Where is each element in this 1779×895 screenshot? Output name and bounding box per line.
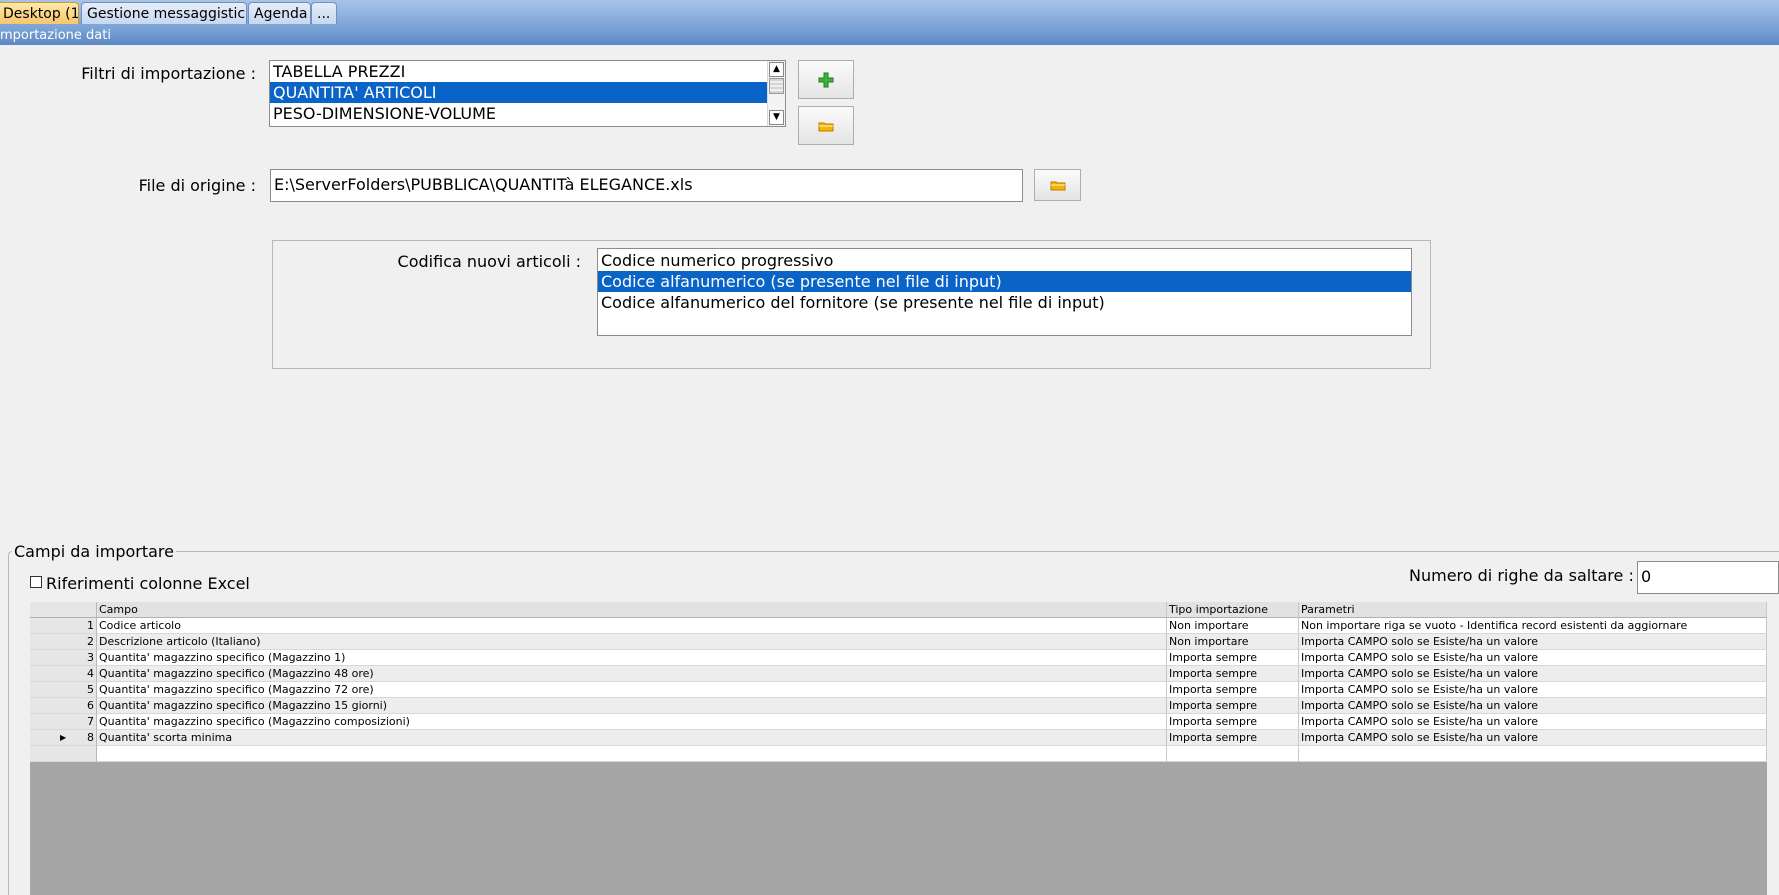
- codifica-item[interactable]: Codice numerico progressivo: [598, 250, 1411, 271]
- cell-campo[interactable]: Quantita' magazzino specifico (Magazzino…: [97, 698, 1167, 714]
- row-header[interactable]: 5: [30, 682, 97, 698]
- riferimenti-checkbox[interactable]: [30, 576, 42, 588]
- table-row[interactable]: 7 Quantita' magazzino specifico (Magazzin…: [30, 714, 1767, 730]
- filtri-listbox[interactable]: TABELLA PREZZI QUANTITA' ARTICOLI PESO-D…: [269, 60, 786, 127]
- tab-agenda[interactable]: Agenda: [248, 2, 311, 24]
- table-row[interactable]: 1 Codice articolo Non importare Non importa…: [30, 618, 1767, 634]
- tab-label: ...: [317, 6, 331, 22]
- row-number: 4: [87, 667, 94, 680]
- filtri-item[interactable]: PESO-DIMENSIONE-VOLUME: [270, 103, 767, 124]
- column-header-tipo[interactable]: Tipo importazione: [1167, 602, 1299, 618]
- file-origine-label: File di origine :: [138, 176, 256, 195]
- grid-header: Campo Tipo importazione Parametri: [30, 602, 1767, 618]
- riferimenti-label: Riferimenti colonne Excel: [46, 574, 250, 593]
- folder-icon: [818, 122, 834, 131]
- cell-parametri[interactable]: Non importare riga se vuoto - Identifica…: [1299, 618, 1767, 634]
- cell-tipo[interactable]: Non importare: [1167, 634, 1299, 650]
- cell-tipo[interactable]: [1167, 746, 1299, 762]
- row-header[interactable]: 1: [30, 618, 97, 634]
- table-row[interactable]: 5 Quantita' magazzino specifico (Magazzin…: [30, 682, 1767, 698]
- row-header[interactable]: 3: [30, 650, 97, 666]
- cell-parametri[interactable]: Importa CAMPO solo se Esiste/ha un valor…: [1299, 666, 1767, 682]
- column-header-parametri[interactable]: Parametri: [1299, 602, 1767, 618]
- cell-parametri[interactable]: Importa CAMPO solo se Esiste/ha un valor…: [1299, 682, 1767, 698]
- row-number: 3: [87, 651, 94, 664]
- row-number: 8: [87, 731, 94, 744]
- cell-campo[interactable]: Codice articolo: [97, 618, 1167, 634]
- row-number: 1: [87, 619, 94, 632]
- filtri-scrollbar[interactable]: ▲ ▼: [767, 61, 785, 126]
- row-number: 6: [87, 699, 94, 712]
- row-header[interactable]: 7: [30, 714, 97, 730]
- table-row[interactable]: 4 Quantita' magazzino specifico (Magazzin…: [30, 666, 1767, 682]
- cell-campo[interactable]: Quantita' magazzino specifico (Magazzino…: [97, 650, 1167, 666]
- tab-label: Agenda: [254, 6, 308, 22]
- folder-icon: [1050, 181, 1065, 191]
- table-row[interactable]: 3 Quantita' magazzino specifico (Magazzin…: [30, 650, 1767, 666]
- cell-parametri[interactable]: [1299, 746, 1767, 762]
- tab-label: Gestione messaggistica: [87, 6, 247, 22]
- cell-tipo[interactable]: Importa sempre: [1167, 666, 1299, 682]
- codifica-item[interactable]: Codice alfanumerico del fornitore (se pr…: [598, 292, 1411, 313]
- row-number: 2: [87, 635, 94, 648]
- codifica-label: Codifica nuovi articoli :: [397, 252, 581, 271]
- tab-gestione-messaggistica[interactable]: Gestione messaggistica: [81, 2, 247, 24]
- cell-parametri[interactable]: Importa CAMPO solo se Esiste/ha un valor…: [1299, 650, 1767, 666]
- file-origine-input[interactable]: E:\ServerFolders\PUBBLICA\QUANTITà ELEGA…: [270, 169, 1023, 202]
- browse-file-button[interactable]: [1034, 169, 1081, 201]
- current-row-arrow-icon: ▶: [60, 733, 67, 742]
- open-filter-button[interactable]: [798, 106, 854, 145]
- cell-tipo[interactable]: Importa sempre: [1167, 650, 1299, 666]
- window-title: mportazione dati: [0, 26, 1779, 45]
- row-header[interactable]: ▶ 8: [30, 730, 97, 746]
- table-row[interactable]: 6 Quantita' magazzino specifico (Magazzin…: [30, 698, 1767, 714]
- filtri-item[interactable]: TABELLA PREZZI: [270, 61, 767, 82]
- scroll-up-icon[interactable]: ▲: [769, 62, 784, 77]
- table-row[interactable]: ▶ 8 Quantita' scorta minima Importa sempre I…: [30, 730, 1767, 746]
- cell-campo[interactable]: Quantita' magazzino specifico (Magazzino…: [97, 714, 1167, 730]
- cell-campo[interactable]: Descrizione articolo (Italiano): [97, 634, 1167, 650]
- codifica-listbox[interactable]: Codice numerico progressivo Codice alfan…: [597, 248, 1412, 336]
- row-header[interactable]: [30, 746, 97, 762]
- righe-saltare-input[interactable]: 0: [1637, 561, 1779, 594]
- cell-campo[interactable]: Quantita' magazzino specifico (Magazzino…: [97, 666, 1167, 682]
- row-number: 5: [87, 683, 94, 696]
- filtri-item[interactable]: QUANTITA' ARTICOLI: [270, 82, 767, 103]
- cell-parametri[interactable]: Importa CAMPO solo se Esiste/ha un valor…: [1299, 698, 1767, 714]
- new-row[interactable]: [30, 746, 1767, 762]
- row-header[interactable]: 2: [30, 634, 97, 650]
- column-header-campo[interactable]: Campo: [97, 602, 1167, 618]
- row-number: 7: [87, 715, 94, 728]
- scroll-thumb[interactable]: [769, 78, 784, 94]
- add-filter-button[interactable]: [798, 60, 854, 99]
- codifica-item[interactable]: Codice alfanumerico (se presente nel fil…: [598, 271, 1411, 292]
- cell-campo[interactable]: Quantita' scorta minima: [97, 730, 1167, 746]
- cell-tipo[interactable]: Importa sempre: [1167, 730, 1299, 746]
- campi-group-title: Campi da importare: [12, 542, 176, 561]
- righe-saltare-label: Numero di righe da saltare :: [1409, 566, 1634, 585]
- tab-desktop[interactable]: Desktop (1): [0, 2, 79, 24]
- cell-campo[interactable]: Quantita' magazzino specifico (Magazzino…: [97, 682, 1167, 698]
- row-header[interactable]: 4: [30, 666, 97, 682]
- scroll-down-icon[interactable]: ▼: [769, 110, 784, 125]
- tab-strip: Desktop (1) Gestione messaggistica Agend…: [0, 0, 1779, 27]
- cell-parametri[interactable]: Importa CAMPO solo se Esiste/ha un valor…: [1299, 714, 1767, 730]
- cell-campo[interactable]: [97, 746, 1167, 762]
- campi-grid[interactable]: Campo Tipo importazione Parametri 1 Codice a…: [30, 602, 1767, 895]
- tab-label: Desktop (1): [3, 6, 79, 22]
- row-header[interactable]: 6: [30, 698, 97, 714]
- cell-parametri[interactable]: Importa CAMPO solo se Esiste/ha un valor…: [1299, 730, 1767, 746]
- cell-tipo[interactable]: Importa sempre: [1167, 682, 1299, 698]
- cell-tipo[interactable]: Importa sempre: [1167, 698, 1299, 714]
- plus-icon: [818, 72, 834, 87]
- cell-tipo[interactable]: Importa sempre: [1167, 714, 1299, 730]
- window-title-text: mportazione dati: [0, 28, 111, 43]
- tab-more[interactable]: ...: [311, 2, 337, 24]
- filtri-label: Filtri di importazione :: [81, 64, 256, 83]
- cell-parametri[interactable]: Importa CAMPO solo se Esiste/ha un valor…: [1299, 634, 1767, 650]
- table-row[interactable]: 2 Descrizione articolo (Italiano) Non impo…: [30, 634, 1767, 650]
- cell-tipo[interactable]: Non importare: [1167, 618, 1299, 634]
- grid-corner: [30, 602, 97, 618]
